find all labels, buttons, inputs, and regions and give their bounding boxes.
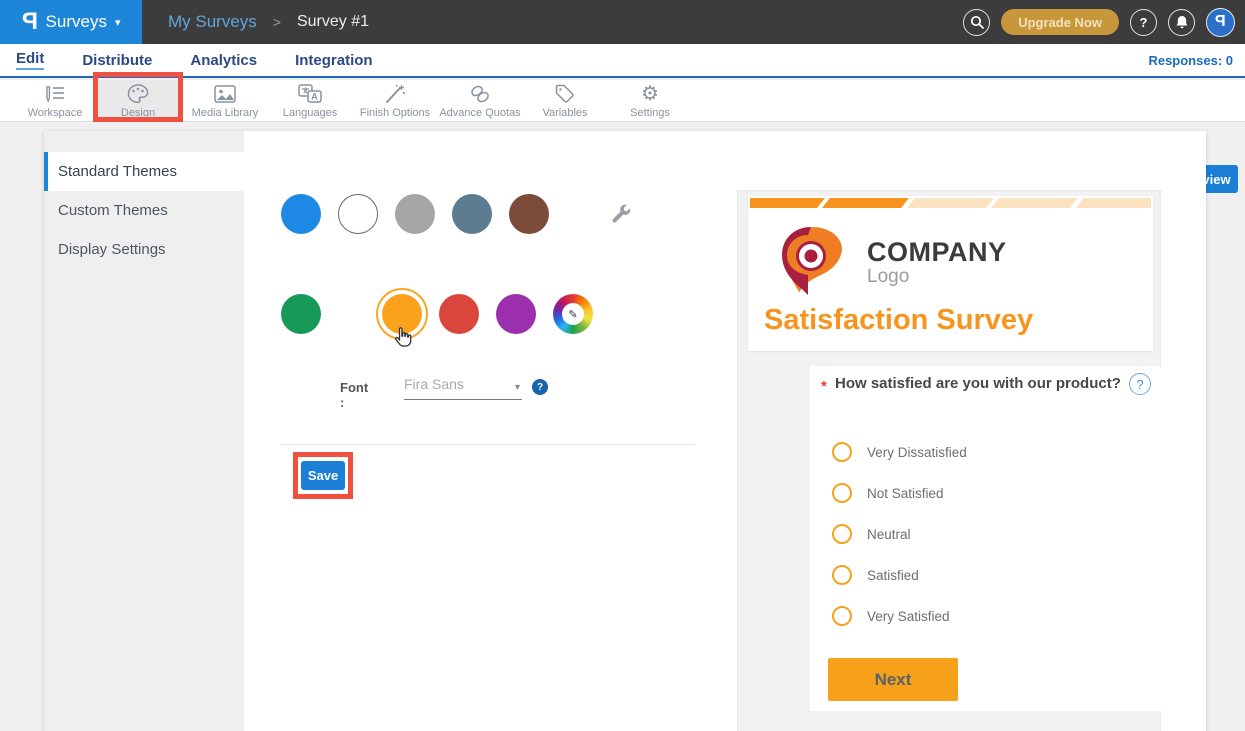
radio-icon[interactable] [832, 565, 852, 585]
toolbar-tab-settings[interactable]: ⚙ Settings [605, 80, 695, 122]
company-subtitle: Logo [867, 266, 1007, 288]
sidebar-item-display-settings[interactable]: Display Settings [44, 230, 244, 269]
tab-distribute[interactable]: Distribute [82, 52, 152, 69]
chain-links-icon [469, 84, 491, 104]
toolbar-tab-languages[interactable]: A Languages [265, 80, 355, 122]
font-label: Font : [340, 380, 368, 410]
theme-swatch-purple[interactable] [496, 294, 536, 334]
required-asterisk: * [821, 378, 827, 395]
bell-icon [1175, 15, 1189, 30]
survey-preview-header: COMPANY Logo Satisfaction Survey [748, 196, 1153, 351]
option-neutral[interactable]: Neutral [832, 524, 1162, 544]
toolbar-tab-workspace[interactable]: Workspace [10, 80, 100, 122]
sidebar-item-standard-themes[interactable]: Standard Themes [44, 152, 244, 191]
eyedropper-pencil-icon: ✎ [568, 308, 577, 321]
font-help-button[interactable]: ? [532, 379, 548, 395]
questionpro-logo-icon: P [22, 8, 38, 36]
responses-count[interactable]: Responses: 0 [1148, 44, 1233, 76]
tab-analytics[interactable]: Analytics [190, 52, 257, 69]
radio-icon[interactable] [832, 483, 852, 503]
survey-sub-nav: Edit Distribute Analytics Integration Re… [0, 44, 1245, 78]
toolbar-tab-finish-options[interactable]: Finish Options [350, 80, 440, 122]
breadcrumb-current-survey: Survey #1 [297, 13, 369, 31]
image-icon [214, 84, 236, 104]
toolbar-tab-design[interactable]: Design [93, 80, 183, 122]
theme-swatch-blue[interactable] [281, 194, 321, 234]
font-select-value: Fira Sans [404, 376, 464, 392]
custom-color-wheel[interactable]: ✎ [553, 294, 593, 334]
radio-icon[interactable] [832, 442, 852, 462]
breadcrumb-separator: > [273, 14, 281, 30]
question-help-button[interactable]: ? [1129, 373, 1151, 395]
tab-integration[interactable]: Integration [295, 52, 373, 69]
wrench-icon[interactable] [609, 202, 635, 228]
survey-title: Satisfaction Survey [764, 304, 1033, 337]
product-switcher[interactable]: P Surveys ▾ [0, 0, 142, 44]
account-avatar[interactable]: P [1206, 8, 1235, 37]
breadcrumb-my-surveys[interactable]: My Surveys [168, 12, 257, 32]
themes-sidebar: Standard Themes Custom Themes Display Se… [44, 131, 244, 731]
theme-swatch-red[interactable] [439, 294, 479, 334]
section-divider [280, 444, 695, 445]
top-bar: P Surveys ▾ My Surveys > Survey #1 Upgra… [0, 0, 1245, 44]
company-name: COMPANY [867, 238, 1007, 266]
theme-swatch-gray[interactable] [395, 194, 435, 234]
toolbar-tab-media-library[interactable]: Media Library [180, 80, 270, 122]
question-mark-icon: ? [537, 382, 543, 393]
palette-icon [127, 84, 149, 104]
survey-preview-panel: COMPANY Logo Satisfaction Survey * How s… [737, 190, 1161, 731]
tab-edit[interactable]: Edit [16, 50, 44, 70]
avatar-logo-icon: P [1215, 13, 1226, 31]
company-logo: COMPANY Logo [771, 223, 1007, 303]
toolbar-tab-advance-quotas[interactable]: Advance Quotas [435, 80, 525, 122]
question-text: How satisfied are you with our product? [835, 375, 1125, 392]
option-not-satisfied[interactable]: Not Satisfied [832, 483, 1162, 503]
workspace-icon [43, 84, 67, 104]
search-button[interactable] [963, 9, 990, 36]
gear-icon: ⚙ [641, 84, 659, 104]
question-card: * How satisfied are you with our product… [810, 366, 1178, 711]
option-very-dissatisfied[interactable]: Very Dissatisfied [832, 442, 1162, 462]
topbar-actions: Upgrade Now ? P [963, 0, 1235, 44]
notifications-button[interactable] [1168, 9, 1195, 36]
chevron-down-icon: ▾ [115, 16, 121, 29]
question-mark-icon: ? [1136, 377, 1143, 392]
theme-swatch-green[interactable] [281, 294, 321, 334]
option-satisfied[interactable]: Satisfied [832, 565, 1162, 585]
edit-toolbar: Workspace Design Media Library A Languag… [0, 80, 1245, 122]
font-select[interactable]: Fira Sans ▾ [404, 376, 522, 400]
help-button[interactable]: ? [1130, 9, 1157, 36]
sidebar-item-custom-themes[interactable]: Custom Themes [44, 191, 244, 230]
questionpro-design-page: P Surveys ▾ My Surveys > Survey #1 Upgra… [0, 0, 1245, 731]
theme-swatch-white[interactable] [338, 194, 378, 234]
product-label: Surveys [46, 12, 107, 32]
search-icon [970, 15, 984, 29]
save-button[interactable]: Save [301, 461, 345, 490]
question-mark-icon: ? [1140, 15, 1148, 30]
design-panel: Standard Themes Custom Themes Display Se… [44, 131, 1206, 731]
radio-icon[interactable] [832, 606, 852, 626]
magic-wand-icon [384, 84, 406, 104]
breadcrumb: My Surveys > Survey #1 [168, 0, 369, 44]
theme-swatch-orange-selected[interactable] [382, 294, 422, 334]
toolbar-tab-variables[interactable]: Variables [520, 80, 610, 122]
theme-swatch-brown[interactable] [509, 194, 549, 234]
next-button[interactable]: Next [828, 658, 958, 701]
upgrade-now-button[interactable]: Upgrade Now [1001, 9, 1119, 35]
radio-icon[interactable] [832, 524, 852, 544]
theme-swatch-slate[interactable] [452, 194, 492, 234]
translate-icon: A [298, 84, 322, 104]
theme-accent-strip [750, 198, 1151, 208]
svg-text:A: A [311, 92, 318, 102]
chevron-down-icon: ▾ [515, 382, 520, 393]
option-very-satisfied[interactable]: Very Satisfied [832, 606, 1162, 626]
location-pin-logo-icon [771, 223, 855, 303]
tag-icon [555, 84, 576, 104]
